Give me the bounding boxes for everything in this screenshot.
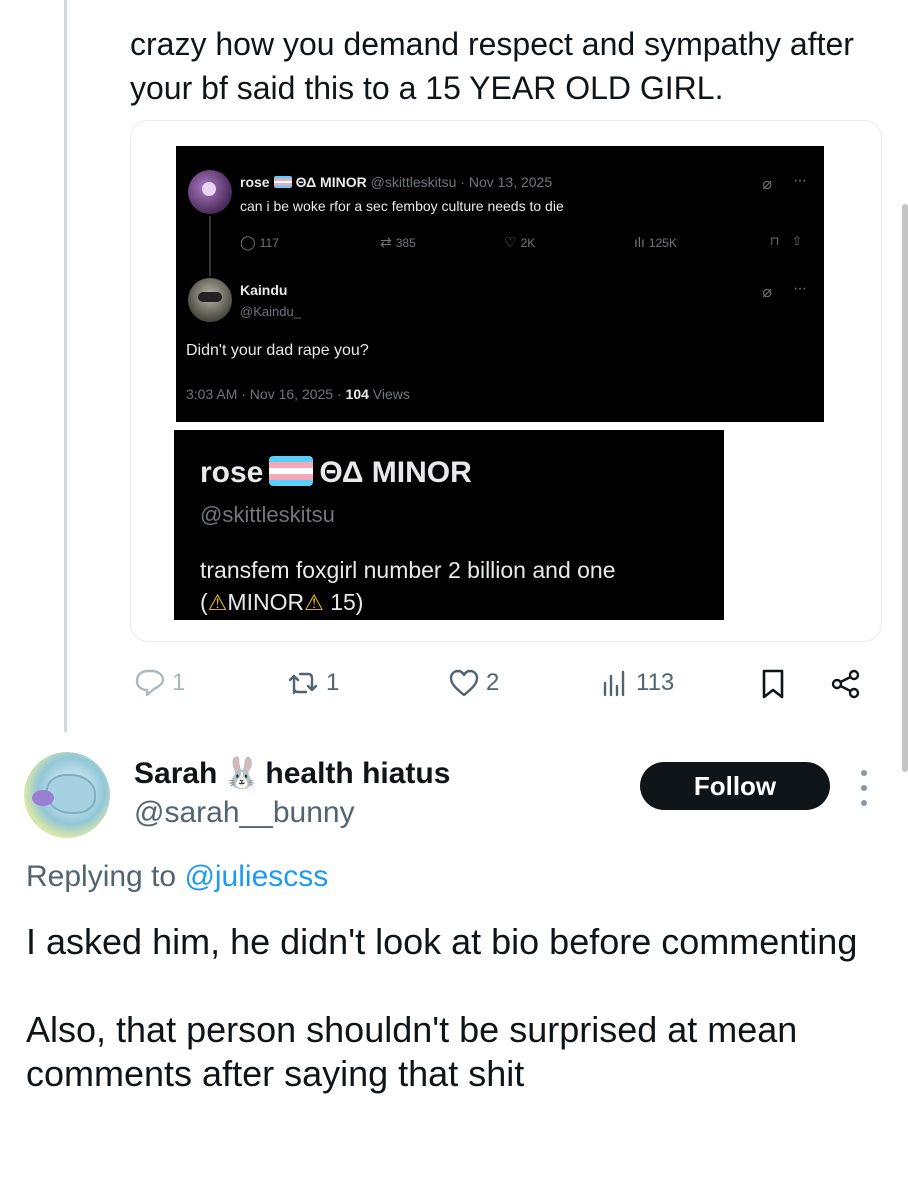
tweet-action-bar: 1 1 2 113 (130, 668, 870, 708)
embedded-reply-body: Didn't your dad rape you? (186, 342, 369, 359)
more-icon: ··· (793, 280, 807, 297)
embedded-reply-author-name: Kaindu (240, 282, 288, 298)
profile-bio-line: (⚠MINOR⚠ 15) (200, 589, 364, 615)
like-count: 2 (486, 669, 500, 696)
follow-button[interactable]: Follow (640, 762, 830, 810)
profile-bio: transfem foxgirl number 2 billion and on… (200, 554, 710, 619)
reply-paragraph: I asked him, he didn't look at bio befor… (26, 921, 858, 962)
replying-to: Replying to @juliescss (26, 860, 328, 894)
reply-count: 1 (172, 669, 186, 696)
profile-handle: @skittleskitsu (200, 502, 335, 527)
views-icon (603, 670, 625, 697)
embedded-reply-meta: 3:03 AM · Nov 16, 2025 · 104 Views (186, 386, 410, 402)
embedded-retweet-count: ⇄ 385 (380, 234, 416, 250)
profile-name: rose (200, 456, 264, 489)
author-display-name-suffix: health hiatus (265, 757, 451, 790)
embedded-reply-count: ◯ 117 (240, 234, 279, 250)
embedded-tweet-body: can i be woke rfor a sec femboy culture … (240, 198, 564, 214)
profile-bio-line: transfem foxgirl number 2 billion and on… (200, 557, 616, 583)
bookmark-button[interactable] (758, 668, 788, 700)
avatar (188, 278, 232, 322)
replying-to-link[interactable]: @juliescss (184, 860, 328, 893)
profile-name-row: rose ΘΔ MINOR (200, 456, 472, 490)
embedded-author-name: rose (240, 174, 270, 190)
share-icon: ⇧ (792, 234, 803, 248)
avatar (188, 170, 232, 214)
views-count: 113 (636, 669, 675, 696)
like-icon: ♡ (504, 234, 517, 250)
author-name[interactable]: Sarah 🐰 health hiatus (134, 756, 450, 791)
retweet-icon (288, 672, 318, 695)
author-display-name: Sarah (134, 757, 218, 790)
more-options-icon[interactable] (856, 770, 872, 806)
views-icon: ılı (634, 234, 645, 250)
trans-flag-icon (273, 176, 292, 188)
like-icon (449, 669, 479, 697)
more-icon: ··· (793, 172, 807, 189)
embedded-tweet-date: · Nov 13, 2025 (460, 174, 553, 190)
views-button[interactable]: 113 (600, 668, 674, 698)
warning-icon: ⚠ (304, 590, 324, 615)
embedded-profile-screenshot[interactable]: rose ΘΔ MINOR @skittleskitsu transfem fox… (174, 430, 724, 620)
author-handle[interactable]: @sarah__bunny (134, 796, 355, 830)
reply-tweet-body: I asked him, he didn't look at bio befor… (26, 920, 876, 1140)
like-button[interactable]: 2 (448, 668, 499, 698)
reply-thread-line (209, 216, 211, 276)
embedded-like-count: ♡ 2K (504, 234, 536, 250)
grok-icon: ⌀ (762, 284, 772, 301)
retweet-button[interactable]: 1 (286, 668, 339, 698)
bookmark-icon (762, 669, 784, 699)
parent-tweet-text: crazy how you demand respect and sympath… (130, 26, 854, 106)
share-icon (831, 669, 860, 699)
profile-name-suffix: ΘΔ MINOR (319, 456, 472, 489)
embedded-tweet-screenshot[interactable]: rose ΘΔ MINOR @skittleskitsu · Nov 13, 20… (176, 146, 824, 422)
share-button[interactable] (830, 668, 862, 700)
reply-icon: ◯ (240, 234, 256, 250)
reply-icon (135, 669, 165, 697)
bookmark-icon: ⊓ (770, 234, 780, 248)
scrollbar[interactable] (902, 204, 908, 772)
reply-paragraph: Also, that person shouldn't be surprised… (26, 1009, 798, 1094)
embedded-views-count: ılı 125K (634, 234, 677, 250)
retweet-icon: ⇄ (380, 234, 392, 250)
grok-icon: ⌀ (762, 176, 772, 193)
trans-flag-icon (269, 456, 314, 486)
reply-button[interactable]: 1 (134, 668, 185, 698)
retweet-count: 1 (326, 669, 340, 696)
avatar[interactable] (24, 752, 110, 838)
warning-icon: ⚠ (207, 590, 228, 615)
embedded-author-handle: @skittleskitsu (370, 174, 457, 190)
embedded-author-row: rose ΘΔ MINOR @skittleskitsu · Nov 13, 20… (240, 174, 552, 190)
replying-to-prefix: Replying to (26, 860, 185, 893)
thread-line (64, 0, 67, 732)
bunny-icon: 🐰 (223, 757, 261, 790)
embedded-reply-author-handle: @Kaindu_ (240, 304, 301, 319)
embedded-author-suffix: ΘΔ MINOR (295, 174, 367, 190)
